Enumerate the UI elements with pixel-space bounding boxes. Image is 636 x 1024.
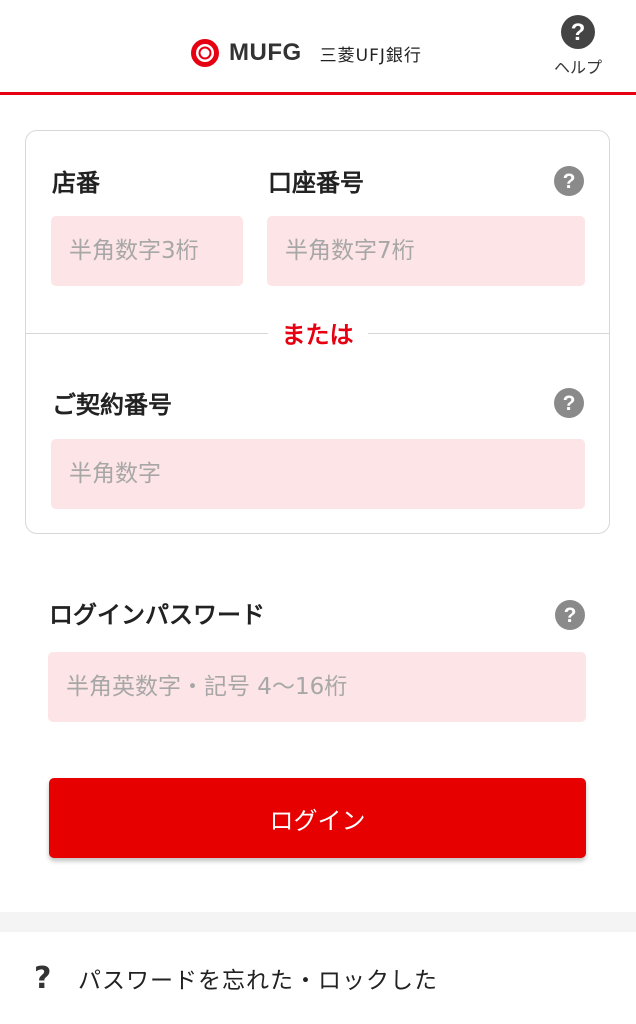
svg-text:?: ? (563, 392, 576, 415)
login-id-card: 店番 口座番号 ? または ご契約番号 ? (25, 130, 610, 534)
account-label: 口座番号 (268, 169, 364, 197)
password-label: ログインパスワード (49, 601, 265, 629)
bank-name: 三菱UFJ銀行 (319, 45, 422, 66)
password-input[interactable] (48, 652, 586, 722)
logo-wordmark: MUFG (229, 39, 302, 66)
help-label: ヘルプ (553, 58, 602, 77)
branch-number-input[interactable] (51, 216, 243, 286)
brand-logo[interactable]: MUFG 三菱UFJ銀行 (191, 36, 422, 70)
help-circle-icon: ? (560, 14, 596, 50)
login-button[interactable]: ログイン (49, 778, 586, 858)
app-header: MUFG 三菱UFJ銀行 ? ヘルプ (0, 0, 636, 95)
account-number-input[interactable] (267, 216, 585, 286)
svg-text:?: ? (564, 604, 577, 627)
branch-label: 店番 (52, 169, 100, 197)
question-circle-icon[interactable]: ? (554, 599, 586, 631)
section-separator (0, 912, 636, 932)
forgot-password-link[interactable]: ? パスワードを忘れた・ロックした (0, 932, 636, 1024)
svg-text:?: ? (571, 19, 586, 46)
help-button[interactable]: ? ヘルプ (548, 14, 608, 78)
forgot-password-label: パスワードを忘れた・ロックした (78, 968, 438, 994)
or-separator: または (267, 315, 368, 350)
contract-number-input[interactable] (51, 439, 585, 509)
mufg-logo-icon (191, 39, 219, 67)
contract-number-label: ご契約番号 (52, 391, 172, 419)
question-mark-icon: ? (34, 960, 52, 996)
question-circle-icon[interactable]: ? (553, 387, 585, 419)
svg-text:?: ? (563, 170, 576, 193)
question-circle-icon[interactable]: ? (553, 165, 585, 197)
